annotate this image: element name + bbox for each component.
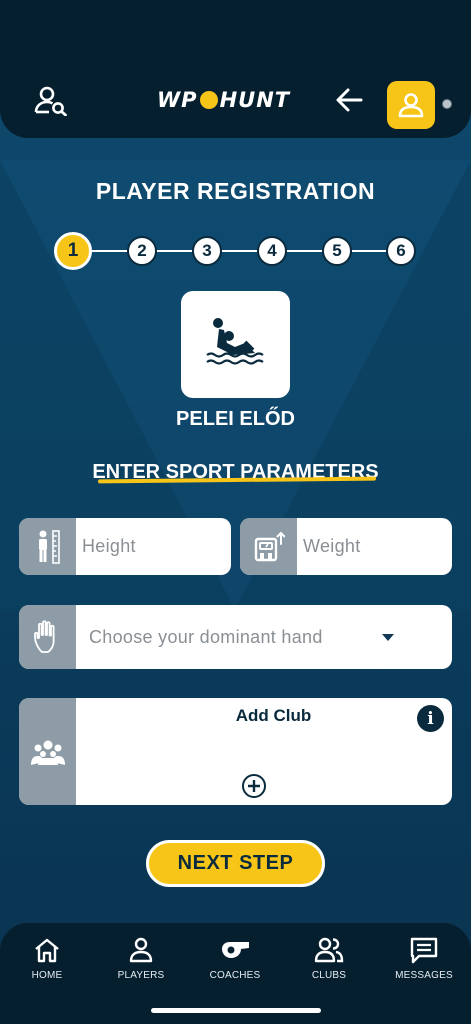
sport-card xyxy=(181,291,290,398)
group-icon xyxy=(30,740,65,765)
scale-icon xyxy=(254,531,285,561)
step-indicator: 1 2 3 4 5 6 xyxy=(54,232,416,270)
tab-coaches-label: COACHES xyxy=(209,970,261,981)
message-icon xyxy=(410,937,438,964)
whistle-icon xyxy=(222,942,249,958)
info-button[interactable]: i xyxy=(417,705,444,732)
search-player-button[interactable] xyxy=(30,84,72,118)
step-2[interactable]: 2 xyxy=(127,236,157,266)
step-connector-line xyxy=(72,250,402,252)
step-5[interactable]: 5 xyxy=(322,236,352,266)
add-club-title: Add Club xyxy=(235,706,312,725)
tab-players-label: PLAYERS xyxy=(117,970,165,981)
tab-players[interactable]: PLAYERS xyxy=(94,933,188,993)
height-icon-box xyxy=(19,518,76,575)
hand-icon xyxy=(33,620,54,653)
group-icon xyxy=(314,937,344,963)
tab-clubs-label: CLUBS xyxy=(311,970,347,981)
ball-logo-icon xyxy=(199,91,218,109)
step-6[interactable]: 6 xyxy=(386,236,416,266)
step-3[interactable]: 3 xyxy=(192,236,222,266)
tab-home-label: HOME xyxy=(31,970,63,981)
app-logo: WP HUNT xyxy=(157,86,290,114)
water-polo-icon xyxy=(205,317,264,365)
tab-messages[interactable]: MESSAGES xyxy=(377,933,471,993)
dominant-hand-select[interactable]: Choose your dominant hand xyxy=(19,605,452,669)
player-name: PELEI ELŐD xyxy=(176,408,295,430)
top-header: WP HUNT xyxy=(0,0,471,138)
weight-icon-box xyxy=(240,518,297,575)
person-icon xyxy=(129,937,153,963)
user-icon xyxy=(398,93,424,118)
add-club-button[interactable] xyxy=(242,774,266,798)
tab-messages-label: MESSAGES xyxy=(395,970,453,981)
page-title: PLAYER REGISTRATION xyxy=(95,178,376,204)
tab-clubs[interactable]: CLUBS xyxy=(282,933,376,993)
home-indicator xyxy=(151,1008,321,1013)
club-icon-box xyxy=(19,698,76,805)
logo-text-left: WP xyxy=(157,88,198,112)
next-step-button[interactable]: NEXT STEP xyxy=(146,840,325,887)
arrow-left-icon xyxy=(336,88,363,112)
weight-input[interactable]: Weight xyxy=(297,518,452,575)
profile-button[interactable] xyxy=(387,81,435,129)
step-1[interactable]: 1 xyxy=(54,232,92,270)
step-4[interactable]: 4 xyxy=(257,236,287,266)
height-input[interactable]: Height xyxy=(76,518,231,575)
plus-icon xyxy=(248,780,260,792)
logo-text-right: HUNT xyxy=(219,88,291,112)
back-button[interactable] xyxy=(333,86,365,114)
tab-coaches[interactable]: COACHES xyxy=(188,933,282,993)
dominant-hand-value[interactable]: Choose your dominant hand xyxy=(76,605,452,669)
home-icon xyxy=(35,938,59,963)
add-club-panel: Add Club i xyxy=(19,698,452,805)
person-search-icon xyxy=(34,86,67,116)
weight-field[interactable]: Weight xyxy=(240,518,452,575)
dropdown-arrow-icon xyxy=(382,634,394,641)
tab-home[interactable]: HOME xyxy=(0,933,94,993)
height-measure-icon xyxy=(38,529,60,564)
hand-icon-box xyxy=(19,605,76,669)
height-field[interactable]: Height xyxy=(19,518,231,575)
status-dot xyxy=(442,99,452,109)
